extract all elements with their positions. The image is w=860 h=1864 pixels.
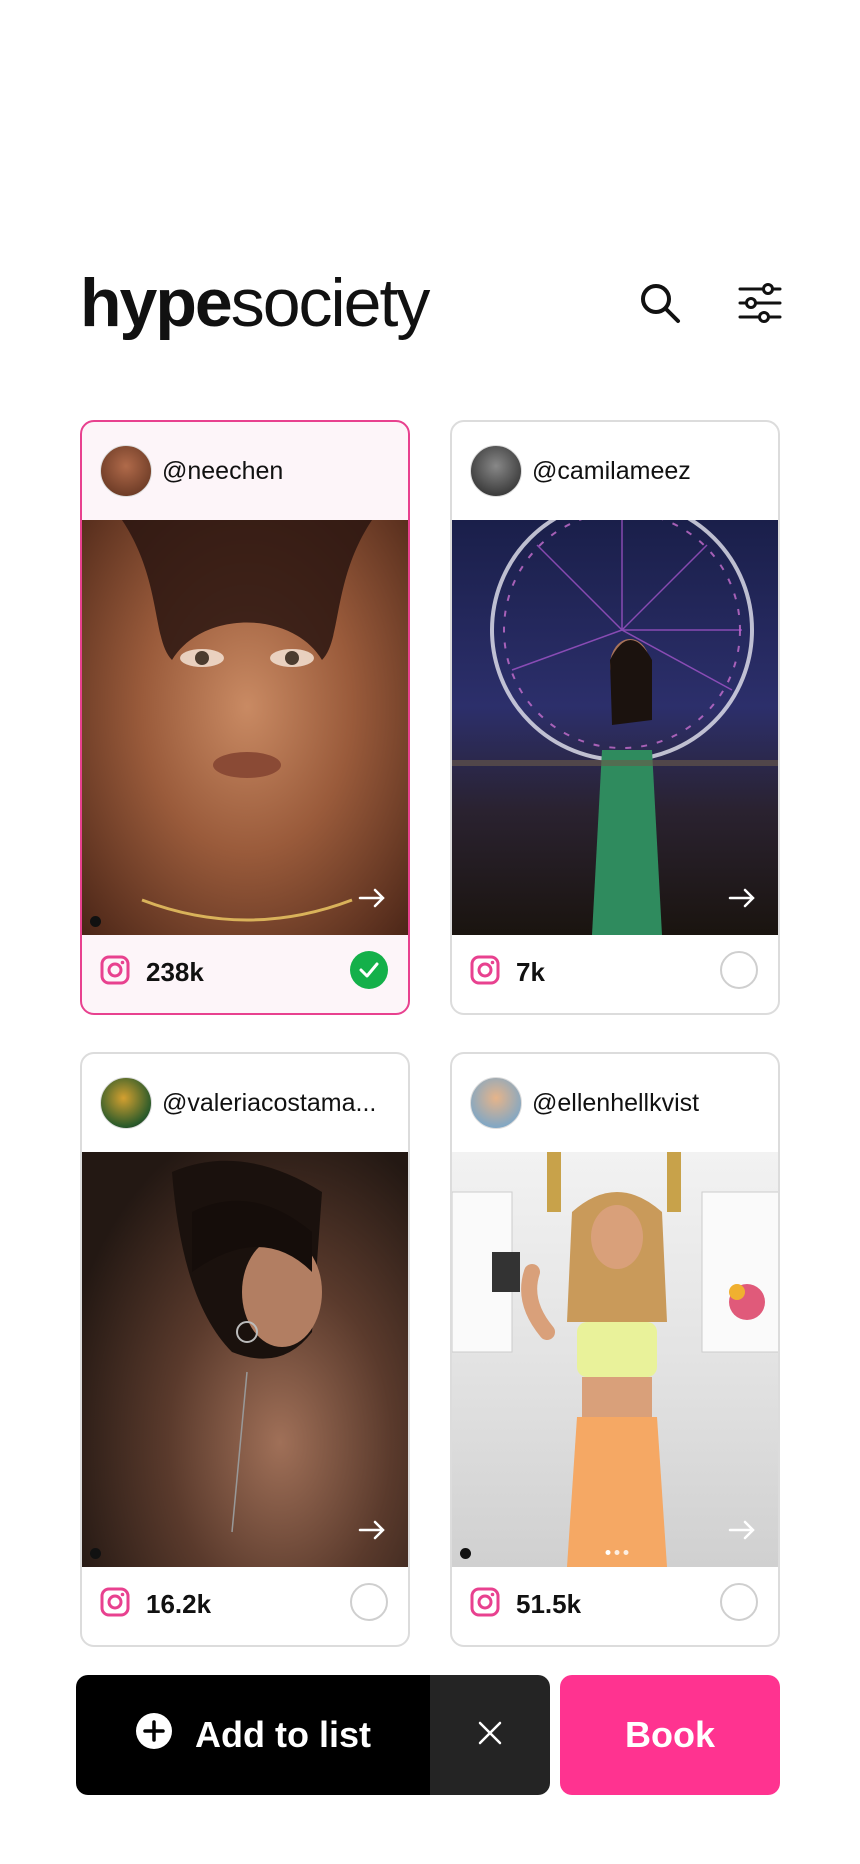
user-icon xyxy=(460,1548,471,1559)
card-footer: 7k xyxy=(452,931,778,1013)
card-footer: 238k xyxy=(82,931,408,1013)
avatar xyxy=(470,445,522,497)
creator-handle[interactable]: @neechen xyxy=(162,457,283,486)
creator-photo[interactable] xyxy=(452,1152,778,1567)
add-to-list-label: Add to list xyxy=(195,1714,371,1755)
instagram-icon xyxy=(470,955,500,990)
instagram-icon xyxy=(100,1587,130,1622)
action-bar: Add to list Book xyxy=(76,1675,780,1795)
select-checkbox[interactable] xyxy=(720,1583,758,1621)
card-footer: 16.2k xyxy=(82,1563,408,1645)
creator-photo[interactable] xyxy=(82,1152,408,1567)
instagram-icon xyxy=(100,955,130,990)
avatar xyxy=(100,1077,152,1129)
arrow-right-icon[interactable] xyxy=(728,1520,756,1545)
clear-selection-button[interactable] xyxy=(430,1675,550,1795)
close-icon xyxy=(477,1720,503,1751)
creator-card[interactable]: @camilameez 7k xyxy=(450,420,780,1015)
select-checkbox[interactable] xyxy=(720,951,758,989)
arrow-right-icon[interactable] xyxy=(358,888,386,913)
follower-count: 51.5k xyxy=(516,1588,582,1619)
card-header: @valeriacostama... xyxy=(82,1054,408,1152)
select-checkbox[interactable] xyxy=(350,1583,388,1621)
logo: hypesociety xyxy=(80,265,430,341)
sliders-icon[interactable] xyxy=(735,278,785,328)
card-footer: 51.5k xyxy=(452,1563,778,1645)
user-icon xyxy=(90,916,101,927)
creator-photo[interactable] xyxy=(82,520,408,935)
follower-count: 16.2k xyxy=(146,1588,212,1619)
plus-circle-icon xyxy=(135,1712,173,1759)
creator-photo[interactable] xyxy=(452,520,778,935)
carousel-dots xyxy=(605,1550,629,1555)
instagram-icon xyxy=(470,1587,500,1622)
creator-card[interactable]: @valeriacostama... 16.2k xyxy=(80,1052,410,1647)
creator-handle[interactable]: @ellenhellkvist xyxy=(532,1089,699,1118)
user-icon xyxy=(90,1548,101,1559)
creator-card[interactable]: @neechen 238k xyxy=(80,420,410,1015)
avatar xyxy=(470,1077,522,1129)
add-to-list-button[interactable]: Add to list xyxy=(76,1675,430,1795)
book-button[interactable]: Book xyxy=(560,1675,780,1795)
creator-handle[interactable]: @valeriacostama... xyxy=(162,1089,376,1118)
avatar xyxy=(100,445,152,497)
book-label: Book xyxy=(625,1714,715,1755)
arrow-right-icon[interactable] xyxy=(728,888,756,913)
arrow-right-icon[interactable] xyxy=(358,1520,386,1545)
app-header: hypesociety xyxy=(80,265,782,341)
creator-card[interactable]: @ellenhellkvist 51.5k xyxy=(450,1052,780,1647)
creator-handle[interactable]: @camilameez xyxy=(532,457,691,486)
follower-count: 7k xyxy=(516,956,545,987)
card-header: @ellenhellkvist xyxy=(452,1054,778,1152)
search-icon[interactable] xyxy=(635,278,685,328)
select-checkbox[interactable] xyxy=(350,951,388,989)
card-header: @camilameez xyxy=(452,422,778,520)
follower-count: 238k xyxy=(146,956,204,987)
card-header: @neechen xyxy=(82,422,408,520)
